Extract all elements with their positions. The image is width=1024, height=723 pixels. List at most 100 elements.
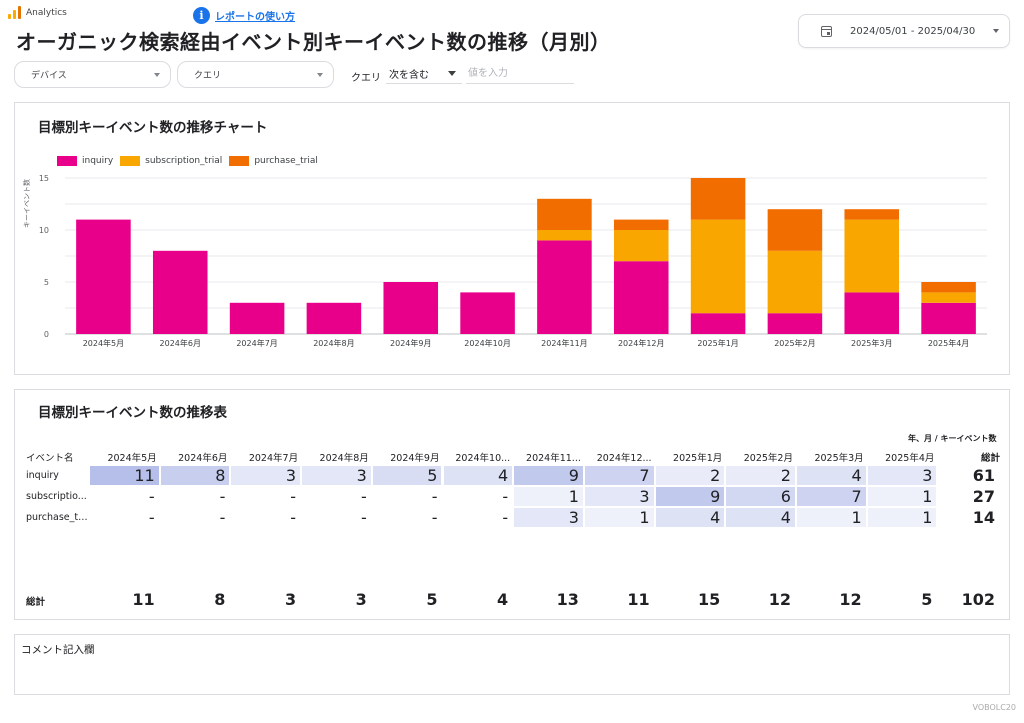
table-cell: 7	[797, 487, 866, 506]
table-cell: 3	[584, 487, 654, 506]
column-header: 2025年4月	[885, 453, 935, 464]
bar-inquiry	[383, 282, 439, 334]
row-label: purchase_tr...	[26, 512, 88, 523]
device-filter-dropdown[interactable]: デバイス	[14, 61, 171, 88]
table-cell: -	[361, 508, 367, 527]
row-total: 61	[972, 466, 995, 485]
table-cell: -	[431, 508, 438, 527]
table-cell: 2	[726, 466, 795, 485]
x-tick-label: 2025年4月	[928, 338, 969, 348]
total-row-label: 総計	[26, 597, 46, 608]
query-value-input[interactable]	[466, 64, 574, 84]
table-cell: 9	[655, 487, 725, 506]
bar-inquiry	[767, 313, 823, 334]
bar-inquiry	[460, 292, 515, 334]
bar-inquiry	[844, 292, 900, 334]
bar-inquiry	[613, 261, 669, 334]
column-header: 2024年8月	[319, 453, 369, 464]
comment-panel[interactable]: コメント記入欄	[14, 634, 1010, 695]
bar-inquiry	[921, 302, 976, 334]
grand-total: 102	[961, 590, 995, 609]
y-tick-label: 10	[39, 226, 49, 235]
y-tick-label: 15	[39, 174, 49, 183]
column-total: 3	[355, 590, 367, 609]
x-tick-label: 2024年5月	[83, 338, 124, 348]
x-tick-label: 2024年9月	[390, 338, 431, 348]
report-guide-link[interactable]: レポートの使い方	[215, 8, 295, 23]
table-cell: -	[361, 487, 367, 506]
x-tick-label: 2024年8月	[313, 338, 354, 348]
table-cell: 1	[867, 487, 937, 506]
table-row-header-label: イベント名	[26, 453, 74, 464]
query-filter-label: クエリ	[194, 71, 222, 81]
column-total: 12	[839, 590, 862, 609]
table-cell: 3	[302, 466, 371, 485]
bar-inquiry	[537, 240, 592, 334]
table-cell: 11	[90, 466, 159, 485]
table-cell: -	[219, 487, 226, 506]
column-header: 2025年1月	[673, 453, 723, 464]
bar-subscription-trial	[844, 219, 900, 293]
y-tick-label: 0	[44, 330, 49, 339]
x-tick-label: 2024年10月	[464, 338, 511, 348]
bar-inquiry	[690, 313, 746, 334]
bar-purchase-trial	[613, 219, 669, 230]
table-title: 目標別キーイベント数の推移表	[38, 405, 227, 421]
query-operator-value: 次を含む	[389, 70, 429, 81]
page-title: オーガニック検索経由イベント別キーイベント数の推移（月別）	[16, 30, 611, 54]
column-total: 4	[497, 590, 509, 609]
table-cell: 6	[726, 487, 795, 506]
query-label: クエリ	[351, 73, 381, 84]
column-total: 11	[627, 590, 650, 609]
table-cell: 4	[443, 466, 513, 485]
bar-inquiry	[152, 250, 208, 334]
bar-subscription-trial	[537, 230, 592, 241]
table-cell: 4	[655, 508, 725, 527]
chart-panel: 目標別キーイベント数の推移チャート inquiry subscription_t…	[14, 102, 1010, 375]
bar-subscription-trial	[921, 292, 976, 303]
bar-purchase-trial	[921, 282, 976, 293]
column-total: 12	[768, 590, 791, 609]
chevron-down-icon	[317, 72, 323, 77]
table-cell: -	[290, 487, 297, 506]
info-icon[interactable]: i	[193, 7, 210, 24]
table-cell: -	[219, 508, 226, 527]
column-total: 15	[698, 590, 721, 609]
bar-purchase-trial	[767, 209, 823, 251]
total-column-header: 総計	[980, 453, 1000, 464]
query-operator-select[interactable]: 次を含む	[386, 64, 462, 84]
bar-inquiry	[76, 219, 131, 334]
x-tick-label: 2025年3月	[851, 338, 892, 348]
column-header: 2025年3月	[814, 453, 864, 464]
column-total: 5	[921, 590, 933, 609]
table-cell: 5	[372, 466, 442, 485]
x-tick-label: 2025年1月	[697, 338, 738, 348]
bar-purchase-trial	[690, 178, 746, 220]
bar-purchase-trial	[537, 198, 592, 230]
table-caption: 年、月 / キーイベント数	[908, 434, 997, 443]
table-cell: 2	[655, 466, 725, 485]
bar-subscription-trial	[613, 230, 669, 262]
table-cell: 7	[584, 466, 654, 485]
chevron-down-icon	[154, 72, 160, 77]
date-range-picker[interactable]: 2024/05/01 - 2025/04/30	[798, 14, 1010, 48]
row-label: subscriptio...	[26, 491, 87, 502]
x-tick-label: 2024年11月	[541, 338, 588, 348]
table-cell: 4	[726, 508, 795, 527]
chevron-down-icon	[993, 29, 999, 33]
table-cell: -	[502, 487, 509, 506]
calendar-icon	[821, 25, 832, 37]
table-cell: -	[290, 508, 297, 527]
table-cell: -	[148, 487, 155, 506]
analytics-logo-icon	[8, 6, 21, 19]
table-cell: -	[431, 487, 438, 506]
query-filter-dropdown[interactable]: クエリ	[177, 61, 334, 88]
date-range-value: 2024/05/01 - 2025/04/30	[850, 25, 976, 37]
table-cell: 3	[867, 466, 937, 485]
bar-inquiry	[306, 302, 362, 334]
column-total: 13	[556, 590, 579, 609]
help-link-group[interactable]: i レポートの使い方	[193, 7, 295, 24]
comment-label: コメント記入欄	[21, 644, 95, 656]
column-header: 2024年6月	[178, 453, 228, 464]
watermark: VOBOLC20	[972, 703, 1017, 712]
